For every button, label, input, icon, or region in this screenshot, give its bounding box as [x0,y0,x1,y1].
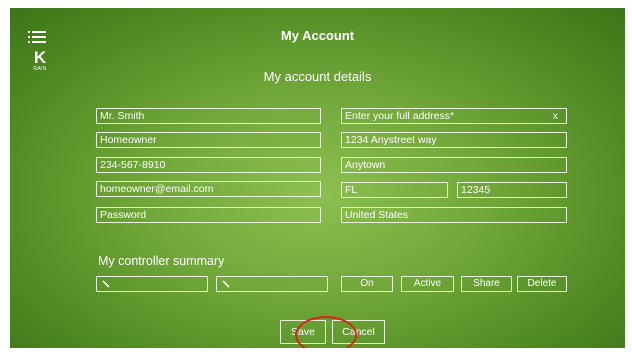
account-details-heading: My account details [263,69,372,84]
country-field[interactable]: United States [341,207,567,223]
name-field[interactable]: Mr. Smith [96,108,321,124]
city-field[interactable]: Anytown [341,157,567,173]
phone-field[interactable]: 234-567-8910 [96,157,321,173]
pencil-icon [222,280,232,289]
role-field[interactable]: Homeowner [96,132,321,148]
address-search-field[interactable]: Enter your full address* x [341,108,567,124]
street-field[interactable]: 1234 Anystreet way [341,132,567,148]
controller-name-field[interactable] [96,276,208,292]
address-placeholder: Enter your full address* [345,110,455,122]
page-title: My Account [280,28,355,43]
zip-field[interactable]: 12345 [457,182,567,198]
brand-letter: K [33,48,47,67]
controller-summary-heading: My controller summary [98,254,225,268]
password-field[interactable]: Password [96,207,321,223]
save-button[interactable]: Save [280,320,326,344]
controller-location-field[interactable] [216,276,328,292]
delete-button[interactable]: Delete [517,276,567,292]
cancel-button[interactable]: Cancel [332,320,385,344]
share-button[interactable]: Share [461,276,512,292]
on-button[interactable]: On [341,276,393,292]
app-window: K RAIN My Account My account details Mr.… [10,8,625,348]
pencil-icon [102,280,112,289]
on-label: On [360,278,374,289]
state-field[interactable]: FL [341,182,448,198]
clear-address-icon[interactable]: x [553,109,558,123]
email-field[interactable]: homeowner@email.com [96,181,321,197]
active-button[interactable]: Active [401,276,454,292]
